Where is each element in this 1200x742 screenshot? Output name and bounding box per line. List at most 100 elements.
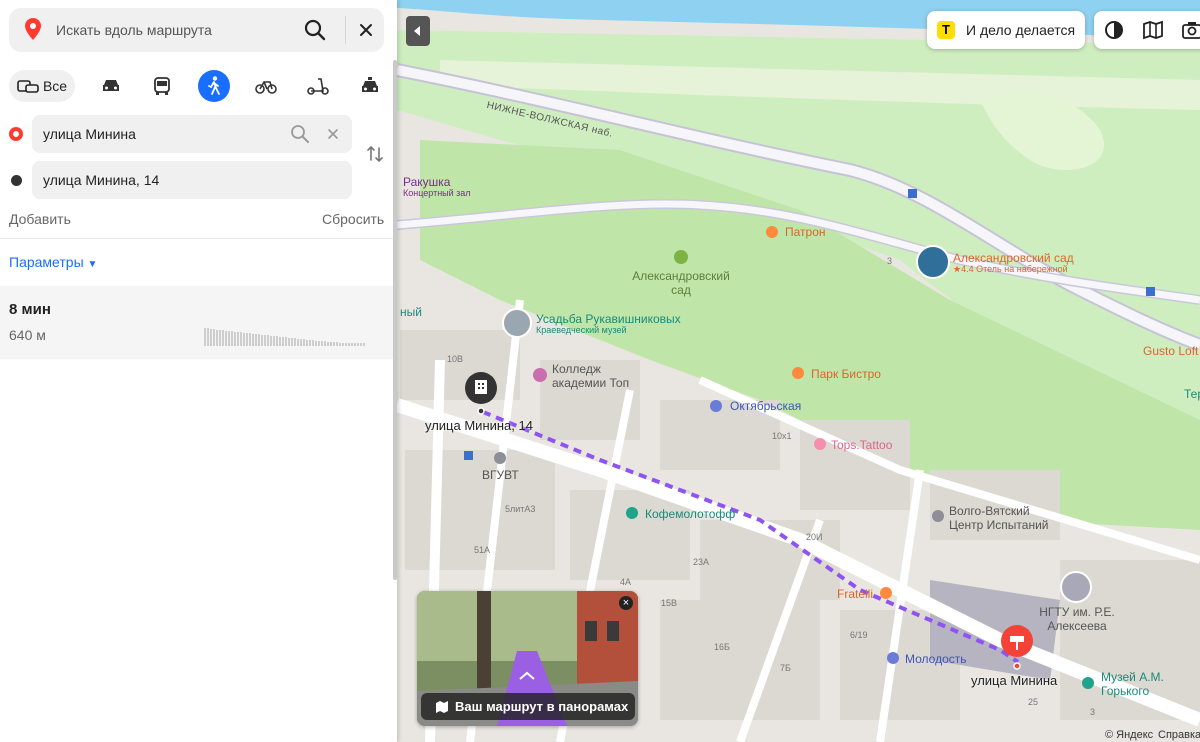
map-label-patron: Патрон bbox=[785, 225, 826, 239]
route-result-card[interactable]: 8 мин 640 м bbox=[0, 286, 393, 359]
layers-icon[interactable] bbox=[1102, 18, 1126, 42]
map-label-park-bistro: Парк Бистро bbox=[811, 367, 881, 381]
map-label-usadba: Усадьба Рукавишниковых bbox=[536, 312, 681, 326]
map-label-alex-hotel-sub: ★4.4 Отель на набережной bbox=[953, 264, 1068, 274]
swap-route-icon[interactable] bbox=[365, 144, 385, 164]
route-distance: 640 м bbox=[9, 327, 46, 343]
map-label-gusto: Gusto Loft bbox=[1143, 344, 1199, 358]
route-start-dot bbox=[9, 127, 23, 141]
mode-all-label: Все bbox=[42, 78, 68, 94]
route-to-field[interactable]: улица Минина, 14 bbox=[32, 161, 352, 199]
mode-taxi-button[interactable] bbox=[354, 70, 386, 102]
bus-icon bbox=[154, 77, 170, 95]
map-label-tops-tattoo: Tops.Tattoo bbox=[831, 438, 893, 452]
map-tools bbox=[1094, 11, 1200, 49]
from-clear-icon[interactable] bbox=[326, 127, 340, 141]
map-label-usadba-sub: Краеведческий музей bbox=[536, 325, 627, 335]
house-number: 7Б bbox=[780, 663, 791, 673]
alex-hotel-photo bbox=[916, 245, 950, 279]
route-panel: Искать вдоль маршрута Все улица Минина у… bbox=[0, 0, 397, 742]
map-label-vguvt: ВГУВТ bbox=[482, 468, 519, 482]
map-label-oktyabrskaya: Октябрьская bbox=[730, 399, 802, 413]
panorama-preview[interactable]: × Ваш маршрут в панорамах bbox=[417, 591, 638, 726]
park-tree-icon bbox=[674, 250, 688, 264]
map-label-muzey: Музей А.М. Горького bbox=[1101, 670, 1164, 698]
search-icon[interactable] bbox=[301, 16, 329, 44]
house-number: 4А bbox=[620, 577, 632, 587]
all-transport-icon bbox=[17, 80, 39, 93]
volga-center-icon bbox=[932, 510, 944, 522]
ad-label: И дело делается bbox=[966, 22, 1076, 38]
copyright-label[interactable]: © Яндекс bbox=[1105, 729, 1153, 741]
map-label-ngtu: НГТУ им. Р.Е. Алексеева bbox=[1039, 605, 1115, 633]
panel-scrollbar[interactable] bbox=[393, 60, 397, 580]
map-label-kofemolotoff: Кофемолотофф bbox=[645, 507, 736, 521]
route-from-value: улица Минина bbox=[43, 126, 136, 142]
scooter-icon bbox=[307, 78, 329, 95]
house-number: 15В bbox=[661, 598, 678, 608]
house-number: 51А bbox=[474, 545, 491, 555]
from-search-icon[interactable] bbox=[290, 124, 310, 144]
map-label-start: улица Минина, 14 bbox=[425, 418, 533, 433]
map-label-rakushka: Ракушка bbox=[403, 175, 451, 189]
patron-icon bbox=[766, 226, 778, 238]
taxi-ad-button[interactable]: T И дело делается bbox=[927, 11, 1085, 49]
map-label-volga-center: Волго-Вятский Центр Испытаний bbox=[949, 504, 1049, 532]
search-input[interactable]: Искать вдоль маршрута bbox=[56, 22, 212, 38]
location-pin-icon bbox=[25, 18, 41, 40]
map-label-fratelli: Fratelli bbox=[837, 587, 874, 601]
house-number: 10х1 bbox=[772, 431, 792, 441]
route-from-field[interactable]: улица Минина bbox=[32, 115, 352, 153]
ngtu-photo bbox=[1060, 571, 1092, 603]
close-icon[interactable] bbox=[352, 16, 380, 44]
add-point-link[interactable]: Добавить bbox=[9, 211, 71, 227]
college-icon bbox=[533, 368, 547, 382]
house-number: 3 bbox=[887, 256, 893, 266]
elevation-profile-icon bbox=[204, 328, 365, 346]
house-number: 23А bbox=[693, 557, 710, 567]
fratelli-icon bbox=[880, 587, 892, 599]
map-layers-icon[interactable] bbox=[1141, 18, 1165, 42]
house-number: 16Б bbox=[714, 642, 730, 652]
house-number: 5литА3 bbox=[505, 504, 536, 514]
search-bar[interactable]: Искать вдоль маршрута bbox=[9, 8, 384, 52]
panorama-camera-icon[interactable] bbox=[1180, 18, 1200, 42]
help-link[interactable]: Справка bbox=[1158, 729, 1200, 741]
collapse-panel-button[interactable] bbox=[406, 16, 430, 46]
mode-scooter-button[interactable] bbox=[302, 70, 334, 102]
reset-route-link[interactable]: Сбросить bbox=[322, 211, 384, 227]
house-number: 6/19 bbox=[850, 630, 868, 640]
chevron-left-icon bbox=[414, 26, 420, 36]
bus-stop-icon bbox=[464, 451, 473, 460]
tattoo-icon bbox=[814, 438, 826, 450]
route-time: 8 мин bbox=[9, 301, 51, 318]
house-number: 3 bbox=[1090, 707, 1096, 717]
map-label-edge-right: Тер bbox=[1184, 387, 1200, 401]
map-label-alex-garden: Александровский сад bbox=[632, 269, 730, 297]
transport-modes: Все bbox=[9, 70, 384, 102]
close-panorama-icon[interactable]: × bbox=[619, 596, 633, 610]
map-label-rakushka-sub: Концертный зал bbox=[403, 188, 471, 198]
car-icon bbox=[103, 80, 119, 91]
map-label-college: Колледж академии Топ bbox=[552, 362, 630, 390]
oktyabrskaya-icon bbox=[710, 400, 722, 412]
mode-walk-button[interactable] bbox=[198, 70, 230, 102]
route-to-value: улица Минина, 14 bbox=[43, 172, 160, 188]
panorama-caption: Ваш маршрут в панорамах bbox=[455, 699, 629, 714]
house-number: 20И bbox=[806, 532, 823, 542]
walk-icon bbox=[208, 76, 220, 95]
mode-car-button[interactable] bbox=[95, 70, 127, 102]
map-label-end: улица Минина bbox=[971, 673, 1058, 688]
bike-icon bbox=[255, 81, 277, 94]
mode-bike-button[interactable] bbox=[250, 70, 282, 102]
map-label-alex-hotel: Александровский сад bbox=[953, 251, 1074, 265]
usadba-photo bbox=[502, 308, 532, 338]
parameters-dropdown[interactable]: Параметры ▼ bbox=[9, 254, 97, 270]
search-separator bbox=[345, 16, 346, 44]
mode-bus-button[interactable] bbox=[146, 70, 178, 102]
house-number: 10В bbox=[447, 354, 464, 364]
panorama-caption-bar[interactable]: Ваш маршрут в панорамах bbox=[421, 693, 635, 720]
kofe-icon bbox=[626, 507, 638, 519]
park-bistro-icon bbox=[792, 367, 804, 379]
mode-all-button[interactable]: Все bbox=[9, 70, 75, 102]
